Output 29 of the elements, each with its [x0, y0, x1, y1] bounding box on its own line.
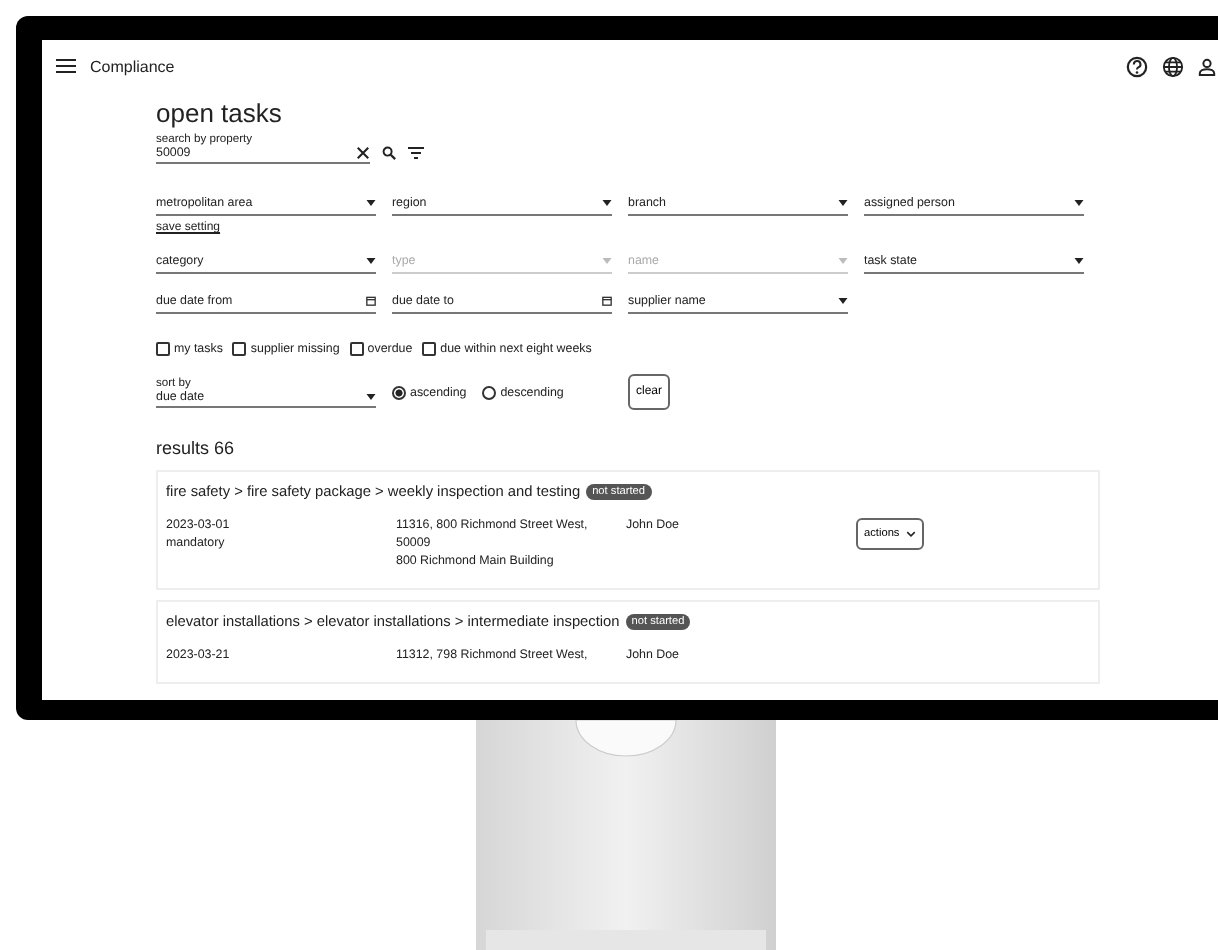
page-heading: open tasks [156, 98, 284, 128]
user-icon[interactable] [1198, 57, 1216, 75]
checkbox[interactable] [156, 342, 170, 356]
radio-button[interactable] [482, 385, 497, 399]
caret-icon [366, 258, 376, 264]
calendar-icon[interactable] [366, 296, 376, 306]
caret-icon [838, 200, 848, 206]
caret-icon [602, 258, 612, 264]
caret-icon [838, 258, 848, 264]
caret-icon [1074, 200, 1084, 206]
help-icon[interactable] [1126, 55, 1148, 77]
radio-button[interactable] [392, 385, 406, 399]
close-icon[interactable] [356, 146, 370, 160]
caret-icon [1074, 258, 1084, 264]
checkbox[interactable] [349, 342, 364, 356]
results-heading: results 66 [156, 438, 237, 458]
calendar-icon[interactable] [602, 296, 612, 306]
checkbox[interactable] [232, 342, 247, 356]
filter-icon[interactable] [408, 146, 424, 160]
globe-icon[interactable] [1162, 55, 1184, 77]
caret-icon [366, 200, 376, 206]
menu-icon[interactable] [56, 58, 76, 74]
caret-icon [366, 393, 376, 399]
caret-icon [838, 298, 848, 304]
search-icon[interactable] [382, 146, 396, 160]
caret-icon [602, 200, 612, 206]
checkbox[interactable] [422, 342, 437, 356]
chevron-icon [905, 530, 916, 538]
app-title: Compliance [90, 57, 175, 75]
